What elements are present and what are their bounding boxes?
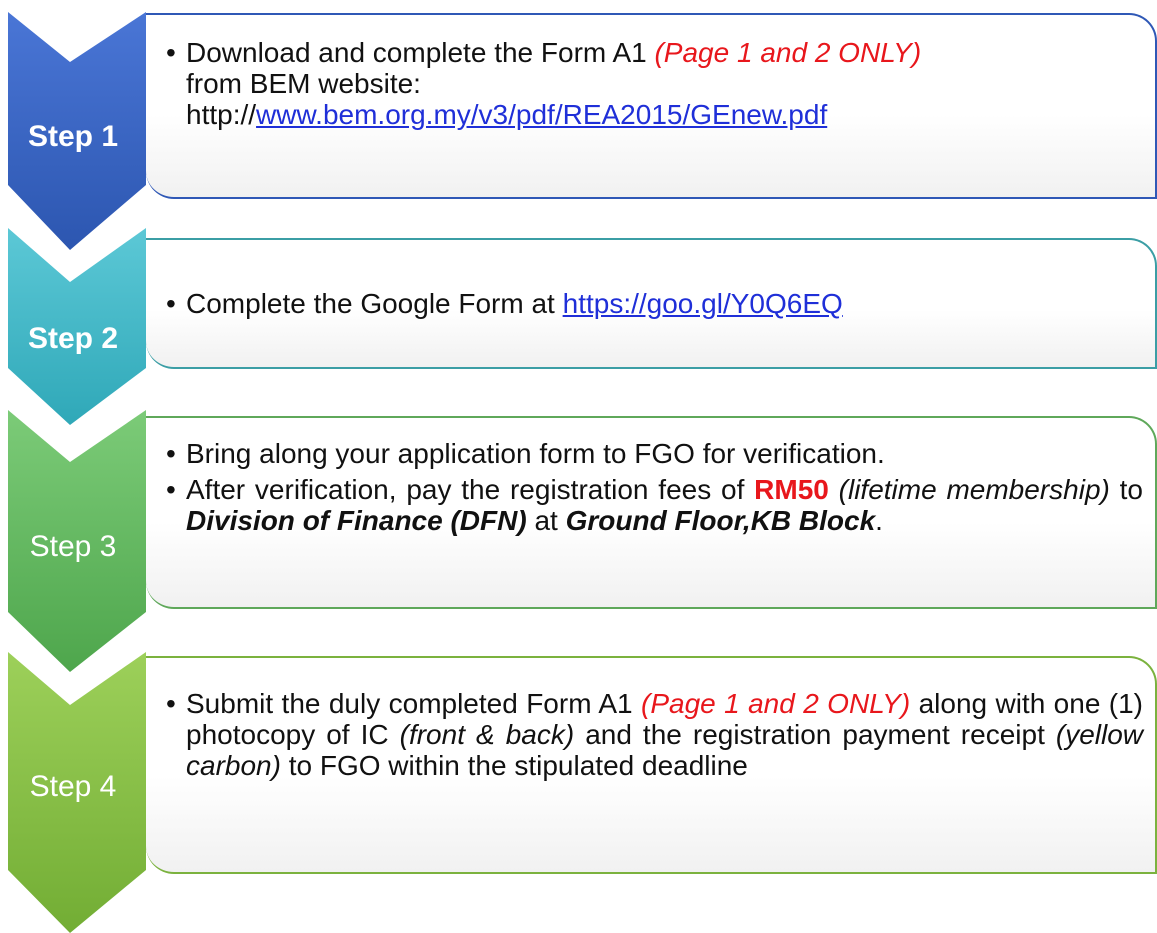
step-1-text-b: from BEM website: xyxy=(186,68,421,99)
step-1-bullets: • Download and complete the Form A1 (Pag… xyxy=(166,37,1143,135)
step-2-bullet: • Complete the Google Form at https://go… xyxy=(166,288,1143,319)
step-1-bullet: • Download and complete the Form A1 (Pag… xyxy=(166,37,1143,130)
step-1-box: • Download and complete the Form A1 (Pag… xyxy=(146,13,1157,199)
step-1-page-note: (Page 1 and 2 ONLY) xyxy=(654,37,922,68)
bullet-dot: • xyxy=(166,688,176,719)
fee-note: (lifetime membership) xyxy=(838,474,1110,505)
step-1-url-prefix: http:// xyxy=(186,99,257,130)
step-3-box: • Bring along your application form to F… xyxy=(146,416,1157,609)
bullet-dot: • xyxy=(166,37,176,68)
google-form-link[interactable]: https://goo.gl/Y0Q6EQ xyxy=(563,288,843,319)
step-3-label: Step 3 xyxy=(29,530,117,563)
step-2-text: Complete the Google Form at xyxy=(186,288,563,319)
step-3-text-2a: After verification, pay the registration… xyxy=(186,474,755,505)
step-4-text-c: and the registration payment receipt xyxy=(574,719,1056,750)
step-4-box: • Submit the duly completed Form A1 (Pag… xyxy=(146,656,1157,874)
bullet-dot: • xyxy=(166,288,176,319)
period: . xyxy=(875,505,883,536)
step-4-label: Step 4 xyxy=(29,770,117,803)
step-3-text-2c: at xyxy=(526,505,566,536)
step-2-bullets: • Complete the Google Form at https://go… xyxy=(166,288,1143,324)
bullet-dot: • xyxy=(166,438,176,469)
bem-form-link[interactable]: www.bem.org.my/v3/pdf/REA2015/GEnew.pdf xyxy=(256,99,827,130)
step-2-box: • Complete the Google Form at https://go… xyxy=(146,238,1157,369)
step-4-text-a: Submit the duly completed Form A1 xyxy=(186,688,642,719)
step-4-text-d: to FGO within the stipulated deadline xyxy=(280,750,748,781)
step-3-bullets: • Bring along your application form to F… xyxy=(166,438,1143,541)
division-name: Division of Finance (DFN) xyxy=(186,505,527,536)
step-3-bullet-2: • After verification, pay the registrati… xyxy=(166,474,1143,536)
fee-amount: RM50 xyxy=(754,474,829,505)
step-3-text-2b: to xyxy=(1109,474,1143,505)
bullet-dot: • xyxy=(166,474,176,505)
ic-note: (front & back) xyxy=(399,719,575,750)
step-4-page-note: (Page 1 and 2 ONLY) xyxy=(641,688,911,719)
step-3-text-1: Bring along your application form to FGO… xyxy=(186,438,885,469)
step-1-label: Step 1 xyxy=(27,120,119,153)
step-1-text-a: Download and complete the Form A1 xyxy=(186,37,655,68)
step-4-bullet: • Submit the duly completed Form A1 (Pag… xyxy=(166,688,1143,781)
step-3-bullet-1: • Bring along your application form to F… xyxy=(166,438,1143,469)
step-2-label: Step 2 xyxy=(27,322,119,355)
location-name: Ground Floor,KB Block xyxy=(565,505,876,536)
step-4-bullets: • Submit the duly completed Form A1 (Pag… xyxy=(166,688,1143,786)
